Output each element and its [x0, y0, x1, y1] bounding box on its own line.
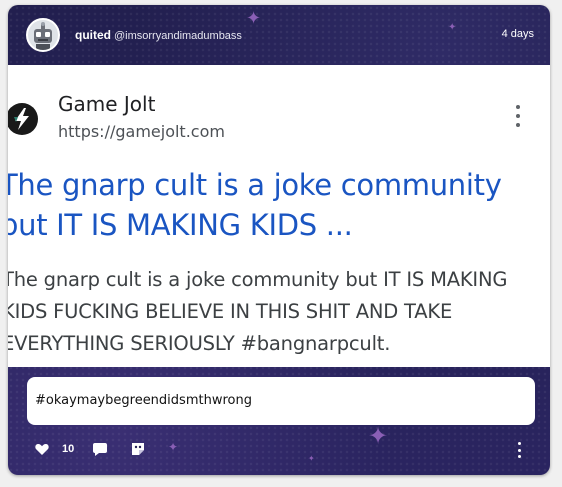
- caption-box: #okaymaybegreendidsmthwrong: [27, 377, 535, 425]
- comment-bubble-icon[interactable]: [92, 441, 108, 457]
- embed-menu-icon: [513, 105, 523, 127]
- site-name: Game Jolt: [58, 92, 156, 116]
- more-options-icon[interactable]: [516, 442, 522, 458]
- gamejolt-logo-icon: [8, 103, 38, 135]
- result-snippet-line: KIDS FUCKING BELIEVE IN THIS SHIT AND TA…: [8, 300, 453, 323]
- author-line[interactable]: quited @imsorryandimadumbass: [75, 28, 242, 42]
- site-url: https://gamejolt.com: [58, 122, 225, 141]
- heart-icon[interactable]: [34, 441, 50, 457]
- author-handle[interactable]: @imsorryandimadumbass: [114, 30, 242, 42]
- author-name[interactable]: quited: [75, 28, 111, 42]
- result-snippet-line: The gnarp cult is a joke community but I…: [8, 268, 508, 291]
- post-caption[interactable]: #okaymaybegreendidsmthwrong: [35, 393, 252, 408]
- post-card: ✦ ✦ ✦ ✦ ✦ ✦ quited@imsorryandimadumbass …: [8, 5, 550, 475]
- result-snippet: The gnarp cult is a joke community but I…: [8, 264, 537, 360]
- result-title-line: The gnarp cult is a joke community: [8, 168, 502, 202]
- result-title-line: but IT IS MAKING KIDS ...: [8, 208, 353, 242]
- post-header: quited @imsorryandimadumbass 4 days: [8, 5, 550, 65]
- like-count[interactable]: 10: [62, 443, 74, 455]
- result-title: The gnarp cult is a joke community but I…: [8, 165, 540, 245]
- post-footer: 10: [8, 433, 550, 473]
- result-snippet-line: EVERYTHING SERIOUSLY #bangnarpcult.: [8, 332, 391, 355]
- avatar[interactable]: [26, 18, 60, 52]
- post-timestamp[interactable]: 4 days: [502, 28, 534, 40]
- link-preview-screenshot[interactable]: Game Jolt https://gamejolt.com The gnarp…: [8, 65, 550, 367]
- sticker-icon[interactable]: [130, 441, 146, 457]
- robot-avatar-icon: [28, 20, 58, 50]
